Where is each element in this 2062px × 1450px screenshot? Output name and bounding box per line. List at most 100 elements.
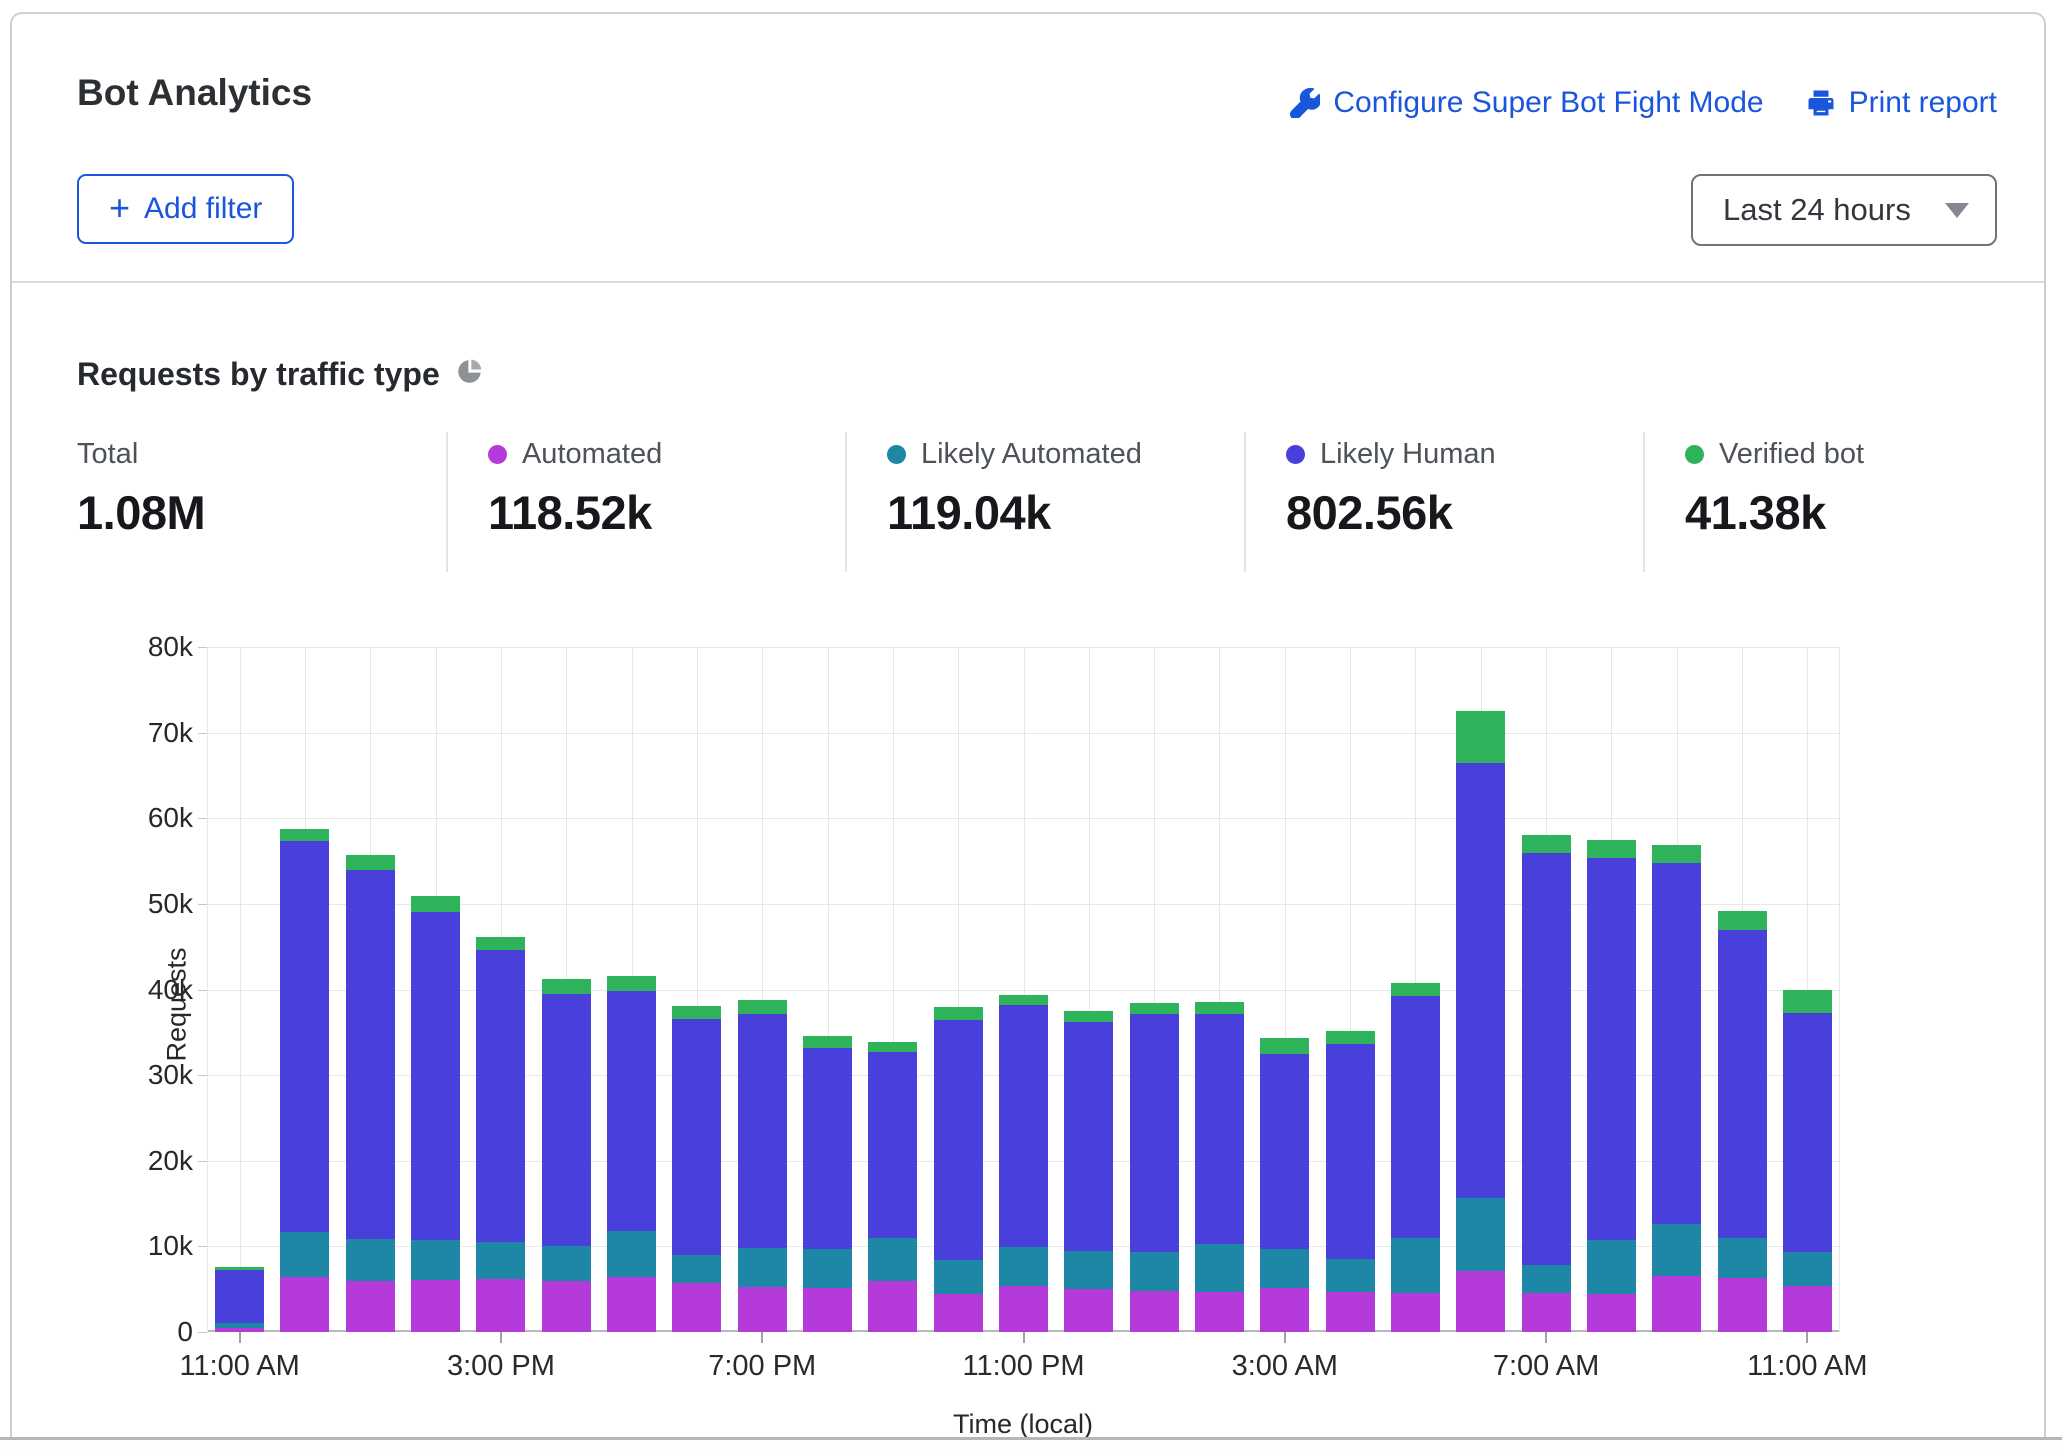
bar-segment-verified-bot[interactable] bbox=[1652, 845, 1701, 863]
bar-segment-verified-bot[interactable] bbox=[411, 896, 460, 911]
bar-segment-likely-automated[interactable] bbox=[280, 1232, 329, 1277]
bar-segment-verified-bot[interactable] bbox=[934, 1007, 983, 1020]
bar-segment-likely-automated[interactable] bbox=[1326, 1259, 1375, 1292]
bar-segment-verified-bot[interactable] bbox=[280, 829, 329, 841]
bar-segment-automated[interactable] bbox=[542, 1281, 591, 1332]
bar-segment-automated[interactable] bbox=[1718, 1278, 1767, 1332]
bar-segment-verified-bot[interactable] bbox=[1326, 1031, 1375, 1044]
bar-segment-likely-human[interactable] bbox=[215, 1270, 264, 1323]
bar-segment-verified-bot[interactable] bbox=[1587, 840, 1636, 858]
bar-3-00-pm[interactable] bbox=[476, 937, 525, 1332]
bar-segment-verified-bot[interactable] bbox=[476, 937, 525, 950]
bar-segment-verified-bot[interactable] bbox=[1783, 990, 1832, 1013]
bar-segment-verified-bot[interactable] bbox=[1456, 711, 1505, 762]
bar-segment-automated[interactable] bbox=[672, 1283, 721, 1332]
bar-segment-likely-automated[interactable] bbox=[346, 1239, 395, 1282]
bar-segment-likely-human[interactable] bbox=[607, 991, 656, 1231]
bar-2-00-pm[interactable] bbox=[411, 896, 460, 1332]
bar-segment-likely-human[interactable] bbox=[1130, 1014, 1179, 1252]
bar-segment-automated[interactable] bbox=[999, 1286, 1048, 1332]
bar-segment-likely-human[interactable] bbox=[999, 1005, 1048, 1247]
bar-11-00-am[interactable] bbox=[1783, 990, 1832, 1332]
bar-segment-likely-automated[interactable] bbox=[1522, 1265, 1571, 1292]
bar-segment-likely-human[interactable] bbox=[280, 841, 329, 1231]
bar-segment-automated[interactable] bbox=[868, 1281, 917, 1332]
bar-segment-likely-automated[interactable] bbox=[607, 1231, 656, 1277]
bar-6-00-am[interactable] bbox=[1456, 711, 1505, 1332]
bar-segment-automated[interactable] bbox=[934, 1294, 983, 1332]
time-range-select[interactable]: Last 24 hours bbox=[1691, 174, 1997, 246]
bar-segment-verified-bot[interactable] bbox=[803, 1036, 852, 1048]
bar-11-00-pm[interactable] bbox=[999, 995, 1048, 1332]
bar-segment-verified-bot[interactable] bbox=[346, 855, 395, 870]
bar-segment-likely-human[interactable] bbox=[1195, 1014, 1244, 1243]
stat-automated[interactable]: Automated118.52k bbox=[446, 432, 845, 572]
bar-segment-automated[interactable] bbox=[1326, 1292, 1375, 1332]
bar-segment-verified-bot[interactable] bbox=[1522, 835, 1571, 853]
stat-verified-bot[interactable]: Verified bot41.38k bbox=[1643, 432, 2029, 572]
bar-segment-likely-human[interactable] bbox=[1783, 1013, 1832, 1252]
print-report-link[interactable]: Print report bbox=[1806, 86, 1997, 120]
bar-segment-automated[interactable] bbox=[1064, 1289, 1113, 1332]
bar-segment-verified-bot[interactable] bbox=[672, 1006, 721, 1019]
bar-segment-likely-automated[interactable] bbox=[803, 1249, 852, 1288]
bar-segment-likely-automated[interactable] bbox=[1718, 1238, 1767, 1278]
bar-segment-verified-bot[interactable] bbox=[1391, 983, 1440, 996]
bar-segment-verified-bot[interactable] bbox=[1260, 1038, 1309, 1053]
bar-segment-likely-human[interactable] bbox=[1522, 853, 1571, 1266]
bar-segment-likely-automated[interactable] bbox=[868, 1238, 917, 1282]
bar-segment-likely-human[interactable] bbox=[1064, 1022, 1113, 1251]
configure-super-bot-fight-mode-link[interactable]: Configure Super Bot Fight Mode bbox=[1290, 86, 1763, 120]
bar-segment-verified-bot[interactable] bbox=[868, 1042, 917, 1052]
bar-10-00-am[interactable] bbox=[1718, 911, 1767, 1332]
bar-segment-automated[interactable] bbox=[1783, 1286, 1832, 1332]
bar-segment-likely-human[interactable] bbox=[1456, 763, 1505, 1199]
bar-segment-likely-human[interactable] bbox=[738, 1014, 787, 1249]
bar-segment-likely-automated[interactable] bbox=[1064, 1251, 1113, 1290]
bar-segment-likely-human[interactable] bbox=[868, 1052, 917, 1238]
bar-segment-automated[interactable] bbox=[1130, 1291, 1179, 1332]
bar-segment-likely-human[interactable] bbox=[1260, 1054, 1309, 1249]
bar-segment-automated[interactable] bbox=[1522, 1293, 1571, 1332]
bar-segment-likely-automated[interactable] bbox=[1391, 1238, 1440, 1293]
bar-8-00-am[interactable] bbox=[1587, 840, 1636, 1332]
bar-2-00-am[interactable] bbox=[1195, 1002, 1244, 1332]
bar-segment-likely-human[interactable] bbox=[1652, 863, 1701, 1224]
bar-segment-likely-automated[interactable] bbox=[1130, 1252, 1179, 1291]
bar-segment-likely-human[interactable] bbox=[1391, 996, 1440, 1238]
bar-5-00-am[interactable] bbox=[1391, 983, 1440, 1332]
stat-likely-human[interactable]: Likely Human802.56k bbox=[1244, 432, 1643, 572]
bar-segment-likely-human[interactable] bbox=[411, 912, 460, 1241]
bar-segment-automated[interactable] bbox=[411, 1280, 460, 1332]
bar-segment-likely-automated[interactable] bbox=[542, 1246, 591, 1282]
bar-segment-likely-automated[interactable] bbox=[1195, 1244, 1244, 1292]
bar-segment-verified-bot[interactable] bbox=[1718, 911, 1767, 931]
bar-segment-automated[interactable] bbox=[738, 1287, 787, 1332]
bar-segment-likely-human[interactable] bbox=[542, 994, 591, 1246]
bar-7-00-pm[interactable] bbox=[738, 1000, 787, 1332]
bar-segment-automated[interactable] bbox=[1456, 1271, 1505, 1332]
bar-segment-automated[interactable] bbox=[1587, 1294, 1636, 1332]
bar-segment-automated[interactable] bbox=[607, 1277, 656, 1332]
bar-segment-likely-automated[interactable] bbox=[1652, 1224, 1701, 1275]
bar-4-00-pm[interactable] bbox=[542, 979, 591, 1332]
bar-segment-verified-bot[interactable] bbox=[607, 976, 656, 991]
bar-segment-automated[interactable] bbox=[1195, 1292, 1244, 1332]
bar-segment-verified-bot[interactable] bbox=[738, 1000, 787, 1014]
bar-segment-likely-human[interactable] bbox=[934, 1020, 983, 1260]
bar-7-00-am[interactable] bbox=[1522, 835, 1571, 1332]
bar-segment-verified-bot[interactable] bbox=[542, 979, 591, 994]
bar-6-00-pm[interactable] bbox=[672, 1006, 721, 1332]
bar-segment-likely-human[interactable] bbox=[1718, 930, 1767, 1237]
bar-1-00-am[interactable] bbox=[1130, 1003, 1179, 1332]
bar-segment-likely-human[interactable] bbox=[672, 1019, 721, 1255]
bar-segment-automated[interactable] bbox=[346, 1281, 395, 1332]
stat-likely-automated[interactable]: Likely Automated119.04k bbox=[845, 432, 1244, 572]
bar-segment-likely-automated[interactable] bbox=[1783, 1252, 1832, 1286]
bar-12-00-am[interactable] bbox=[1064, 1011, 1113, 1332]
bar-segment-likely-automated[interactable] bbox=[1260, 1249, 1309, 1288]
bar-segment-likely-human[interactable] bbox=[1587, 858, 1636, 1240]
bar-5-00-pm[interactable] bbox=[607, 976, 656, 1332]
bar-segment-automated[interactable] bbox=[1652, 1276, 1701, 1333]
stat-total[interactable]: Total1.08M bbox=[77, 432, 446, 572]
